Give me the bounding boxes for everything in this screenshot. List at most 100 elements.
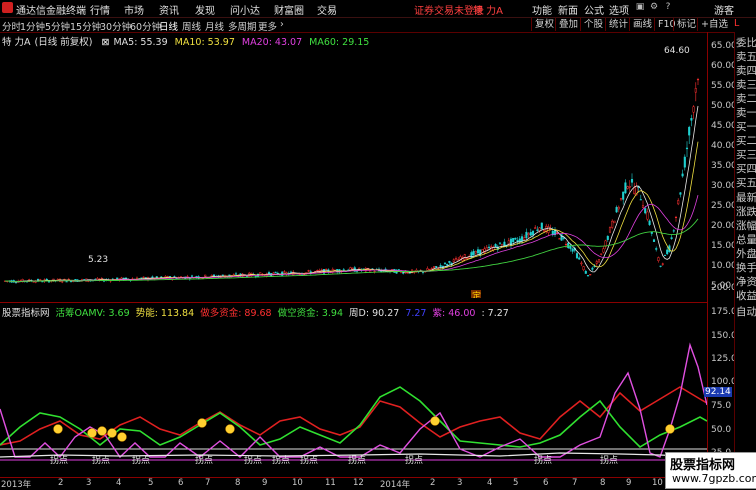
period-multi[interactable]: 多周期: [228, 19, 257, 33]
sidebar-item[interactable]: 买三: [736, 149, 756, 162]
candle-body: [283, 271, 286, 273]
sidebar-item[interactable]: 买二: [736, 135, 756, 148]
period-month[interactable]: 月线: [205, 19, 224, 33]
candle-body: [611, 220, 614, 228]
candle-body: [584, 270, 587, 274]
candle-body: [674, 216, 678, 219]
menu-wenxiaoda[interactable]: 问小达: [230, 2, 260, 17]
menu-hangqing[interactable]: 行情: [90, 2, 110, 17]
stock-name-title: 特 力A: [473, 6, 504, 17]
menu-shichang[interactable]: 市场: [124, 2, 144, 17]
candle-body: [512, 237, 515, 243]
sidebar-item[interactable]: 买五: [736, 177, 756, 190]
period-more[interactable]: 更多: [258, 19, 277, 33]
period-5min[interactable]: 5分钟: [45, 19, 70, 33]
candle-body: [595, 261, 598, 264]
huaxian-button[interactable]: 画线: [629, 18, 655, 31]
candle-body: [325, 268, 328, 270]
sidebar-item[interactable]: 涨跌: [736, 206, 756, 219]
period-15min[interactable]: 15分钟: [70, 19, 101, 33]
candle-body: [529, 232, 532, 236]
candle-body: [487, 246, 491, 248]
candle-body: [683, 156, 686, 168]
watermark-url: www.7gpzb.com: [672, 472, 756, 485]
gegu-button[interactable]: 个股: [580, 18, 606, 31]
candle-body: [569, 245, 572, 249]
candle-body: [45, 278, 48, 281]
candle-body: [514, 237, 517, 240]
time-axis: 2013年 2 3 4 5 6 7 8 9 10 11 12 2014年 2 3…: [0, 477, 707, 490]
candle-body: [523, 237, 526, 240]
settings-icon[interactable]: ⚙: [647, 1, 661, 14]
help-icon[interactable]: ?: [661, 1, 675, 14]
user-label[interactable]: 游客: [714, 2, 734, 17]
candle-body: [204, 274, 207, 277]
quote-sidebar: 委比 卖五 卖四 卖三 卖二 卖一 买一 买二 买三 买四 买五 最新 涨跌 涨…: [734, 32, 756, 487]
menu-jiaoyi[interactable]: 交易: [317, 2, 337, 17]
candle-body: [428, 269, 431, 271]
menu-gongshi[interactable]: 公式: [584, 2, 604, 17]
pick-label: 拐点: [50, 454, 68, 466]
time-tick: 2014年: [380, 480, 411, 490]
indicator-info-bar: 股票指标网 活筹OAMV: 3.69 势能: 113.84 做多资金: 89.6…: [2, 305, 512, 319]
sidebar-item[interactable]: 收益: [736, 290, 756, 303]
sidebar-item[interactable]: 买一: [736, 121, 756, 134]
chevron-right-icon[interactable]: ›: [280, 19, 284, 30]
smiley-icon: [430, 416, 440, 426]
sidebar-item[interactable]: 卖二: [736, 93, 756, 106]
candle-body: [633, 187, 636, 194]
candle-body: [661, 263, 664, 265]
skin-icon[interactable]: ▣: [633, 1, 647, 14]
period-week[interactable]: 周线: [182, 19, 201, 33]
tongji-button[interactable]: 统计: [605, 18, 631, 31]
candle-body: [459, 256, 462, 260]
sidebar-item[interactable]: 委比: [736, 37, 756, 50]
axis-tick: 45.00: [711, 121, 737, 131]
period-fenshi[interactable]: 分时: [2, 19, 21, 33]
sidebar-item[interactable]: 卖三: [736, 79, 756, 92]
period-30min[interactable]: 30分钟: [100, 19, 131, 33]
candle-body: [663, 254, 667, 256]
candle-body: [212, 274, 216, 276]
sidebar-item[interactable]: 卖五: [736, 51, 756, 64]
menu-xinmian[interactable]: 新面: [558, 2, 578, 17]
menu-zixun[interactable]: 资讯: [159, 2, 179, 17]
fuquan-button[interactable]: 复权: [531, 18, 557, 31]
candle-body: [646, 211, 649, 220]
period-day[interactable]: 日线: [159, 19, 178, 33]
sidebar-item[interactable]: 卖四: [736, 65, 756, 78]
panel-divider[interactable]: [0, 302, 707, 303]
indicator-chart[interactable]: 拐点 拐点 拐点 拐点 拐点 拐点 拐点 拐点 拐点 拐点 拐点: [0, 317, 707, 477]
auto-button[interactable]: 自动: [736, 306, 756, 319]
menu-xuanxiang[interactable]: 选项: [609, 2, 629, 17]
candle-body: [32, 281, 35, 283]
candle-body: [61, 281, 64, 283]
period-1min[interactable]: 1分钟: [20, 19, 45, 33]
sidebar-item[interactable]: 卖一: [736, 107, 756, 120]
candle-body: [307, 270, 310, 272]
sidebar-item[interactable]: 最新: [736, 192, 756, 205]
candle-body: [83, 279, 86, 281]
period-60min[interactable]: 60分钟: [130, 19, 161, 33]
pick-label: 拐点: [132, 454, 150, 466]
candle-body: [597, 259, 601, 263]
pick-label: 拐点: [348, 454, 366, 466]
sidebar-item[interactable]: 总量: [736, 234, 756, 247]
sidebar-toggle[interactable]: L: [734, 18, 756, 32]
menu-gongneng[interactable]: 功能: [532, 2, 552, 17]
smiley-icon: [225, 424, 235, 434]
candle-body: [624, 182, 627, 194]
menu-faxian[interactable]: 发现: [195, 2, 215, 17]
biaoji-button[interactable]: 标记: [673, 18, 699, 31]
axis-tick: 30.00: [711, 181, 737, 191]
diejia-button[interactable]: 叠加: [555, 18, 581, 31]
sidebar-item[interactable]: 外盘: [736, 248, 756, 261]
sidebar-item[interactable]: 买四: [736, 163, 756, 176]
candlestick-chart[interactable]: 64.60 5.23 定: [0, 46, 707, 298]
add-watchlist-button[interactable]: +自选: [697, 18, 731, 31]
sidebar-item[interactable]: 换手: [736, 262, 756, 275]
menu-caifuquan[interactable]: 财富圈: [274, 2, 304, 17]
sidebar-item[interactable]: 涨幅: [736, 220, 756, 233]
axis-tick: 10.00: [711, 261, 737, 271]
sidebar-item[interactable]: 净资: [736, 276, 756, 289]
